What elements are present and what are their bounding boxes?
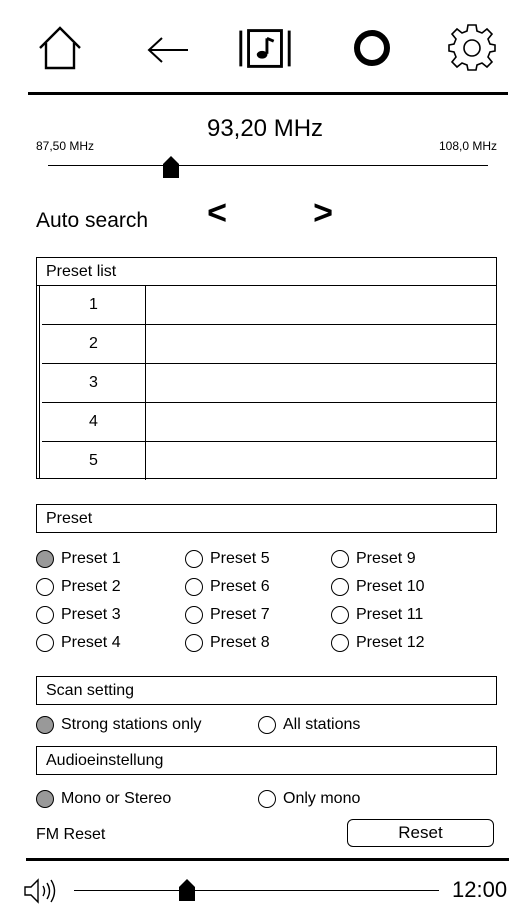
preset-row[interactable]: 2: [42, 325, 496, 364]
radio-indicator: [185, 550, 203, 568]
scan-setting-title: Scan setting: [36, 676, 497, 705]
radio-label: Preset 11: [356, 606, 424, 623]
radio-label: Preset 2: [61, 578, 121, 595]
radio-label: Preset 7: [210, 606, 270, 623]
preset-radio-5[interactable]: Preset 5: [185, 550, 270, 568]
preset-radio-11[interactable]: Preset 11: [331, 606, 423, 624]
preset-radio-6[interactable]: Preset 6: [185, 578, 270, 596]
gear-icon[interactable]: [442, 18, 502, 78]
preset-radio-1[interactable]: Preset 1: [36, 550, 121, 568]
frequency-slider-track[interactable]: [48, 165, 488, 166]
preset-row-number: 5: [42, 442, 146, 480]
preset-radio-8[interactable]: Preset 8: [185, 634, 270, 652]
radio-label: Strong stations only: [61, 716, 202, 733]
radio-indicator: [185, 634, 203, 652]
preset-row-number: 4: [42, 403, 146, 441]
audio-setting-title: Audioeinstellung: [36, 746, 497, 775]
footer-divider: [26, 858, 509, 861]
radio-indicator: [331, 550, 349, 568]
radio-label: Only mono: [283, 790, 361, 807]
volume-slider-track[interactable]: [74, 890, 439, 891]
preset-row-number: 1: [42, 286, 146, 324]
fm-reset-label: FM Reset: [36, 826, 106, 843]
scan-radio-1[interactable]: Strong stations only: [36, 716, 202, 734]
preset-row[interactable]: 3: [42, 364, 496, 403]
radio-indicator: [36, 634, 54, 652]
preset-section-title: Preset: [36, 504, 497, 533]
preset-radio-10[interactable]: Preset 10: [331, 578, 424, 596]
preset-list-title: Preset list: [37, 258, 496, 286]
ring-icon[interactable]: [342, 18, 402, 78]
preset-row-name: [146, 325, 496, 363]
frequency-slider-thumb[interactable]: [162, 155, 180, 178]
preset-radio-9[interactable]: Preset 9: [331, 550, 416, 568]
top-toolbar: [0, 0, 517, 95]
audio-radio-1[interactable]: Mono or Stereo: [36, 790, 171, 808]
radio-indicator: [331, 578, 349, 596]
radio-indicator: [331, 606, 349, 624]
search-next-button[interactable]: >: [303, 194, 343, 233]
preset-radio-2[interactable]: Preset 2: [36, 578, 121, 596]
radio-indicator: [36, 578, 54, 596]
preset-row-number: 3: [42, 364, 146, 402]
radio-indicator: [185, 606, 203, 624]
preset-row[interactable]: 5: [42, 442, 496, 480]
radio-indicator: [185, 578, 203, 596]
scan-radio-2[interactable]: All stations: [258, 716, 360, 734]
preset-row-number: 2: [42, 325, 146, 363]
preset-list: Preset list 1 2 3 4 5: [36, 257, 497, 480]
min-frequency: 87,50 MHz: [36, 139, 95, 153]
radio-label: Preset 6: [210, 578, 270, 595]
preset-row-name: [146, 403, 496, 441]
radio-label: All stations: [283, 716, 361, 733]
radio-label: Preset 4: [61, 634, 121, 651]
preset-row[interactable]: 1: [42, 286, 496, 325]
preset-radio-4[interactable]: Preset 4: [36, 634, 121, 652]
radio-label: Preset 8: [210, 634, 270, 651]
radio-label: Preset 1: [61, 550, 121, 567]
radio-indicator: [258, 790, 276, 808]
radio-label: Preset 5: [210, 550, 270, 567]
radio-label: Mono or Stereo: [61, 790, 172, 807]
preset-row-name: [146, 364, 496, 402]
preset-row-name: [146, 442, 496, 480]
speaker-icon[interactable]: [22, 876, 62, 906]
radio-indicator: [36, 716, 54, 734]
audio-radio-2[interactable]: Only mono: [258, 790, 360, 808]
search-prev-button[interactable]: <: [197, 194, 237, 233]
radio-label: Preset 9: [356, 550, 416, 567]
radio-label: Preset 10: [356, 578, 425, 595]
radio-indicator: [36, 790, 54, 808]
back-arrow-icon[interactable]: [138, 18, 198, 78]
volume-slider-thumb[interactable]: [178, 878, 196, 901]
preset-radio-7[interactable]: Preset 7: [185, 606, 270, 624]
radio-indicator: [331, 634, 349, 652]
radio-label: Preset 12: [356, 634, 425, 651]
music-library-icon[interactable]: [235, 18, 295, 78]
radio-indicator: [258, 716, 276, 734]
radio-indicator: [36, 606, 54, 624]
radio-label: Preset 3: [61, 606, 121, 623]
preset-row[interactable]: 4: [42, 403, 496, 442]
preset-row-name: [146, 286, 496, 324]
home-icon[interactable]: [30, 18, 90, 78]
current-frequency: 93,20 MHz: [206, 115, 324, 142]
max-frequency: 108,0 MHz: [439, 139, 498, 153]
header-divider: [28, 92, 508, 95]
preset-radio-12[interactable]: Preset 12: [331, 634, 424, 652]
clock: 12:00: [452, 877, 508, 902]
auto-search-label: Auto search: [36, 209, 149, 232]
radio-indicator: [36, 550, 54, 568]
preset-radio-3[interactable]: Preset 3: [36, 606, 121, 624]
reset-button[interactable]: Reset: [347, 819, 494, 847]
